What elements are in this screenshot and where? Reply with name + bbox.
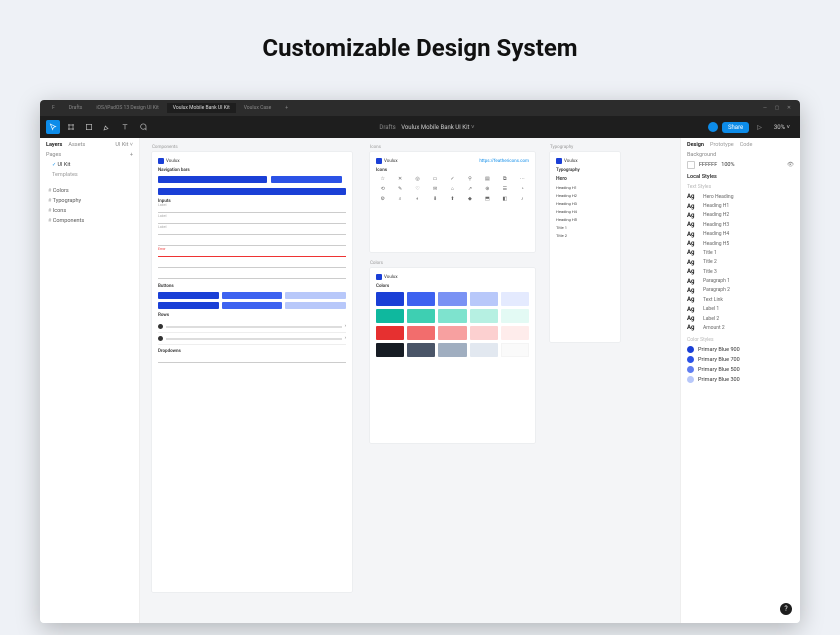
color-style-item[interactable]: Primary Blue 300	[687, 375, 794, 385]
new-tab[interactable]: +	[279, 103, 294, 113]
text-style-item[interactable]: AgTitle 3	[687, 267, 794, 276]
share-button[interactable]: Share	[722, 122, 749, 133]
brand-logo-icon	[556, 158, 562, 164]
text-styles-heading: Text Styles	[687, 184, 794, 190]
color-style-item[interactable]: Primary Blue 900	[687, 345, 794, 355]
page-templates[interactable]: Templates	[46, 170, 133, 180]
tab-voulux-kit[interactable]: Voulux Mobile Bank UI Kit	[167, 103, 236, 113]
colors-heading: Colors	[376, 284, 529, 289]
icon-grid: ☆✕◎▭✓⚲▤⧉⋯ ⟲✎♡✉⌂↗⊕☰◔ ⚙⌕◐⬇⬆◆⬒◧♪	[376, 176, 529, 202]
assets-tab[interactable]: Assets	[68, 142, 85, 148]
frame-icons[interactable]: Icons Vouluxhttps://feathericons.com Ico…	[370, 152, 535, 252]
workspace: Layers Assets UI Kit ˅ Pages + UI Kit Te…	[40, 138, 800, 623]
brand-logo-icon	[376, 158, 382, 164]
layer-icons[interactable]: Icons	[46, 206, 133, 216]
page-heading: Customizable Design System	[0, 0, 840, 80]
page-ui-kit[interactable]: UI Kit	[46, 160, 133, 170]
text-style-item[interactable]: AgHeading H3	[687, 220, 794, 229]
tab-voulux-case[interactable]: Voulux Case	[238, 103, 278, 113]
frame-tool[interactable]	[64, 120, 78, 134]
section-rows: Rows	[158, 313, 346, 318]
text-style-item[interactable]: AgTitle 2	[687, 258, 794, 267]
design-tab[interactable]: Design	[687, 142, 704, 148]
frame-label: Icons	[370, 145, 381, 150]
layers-tab[interactable]: Layers	[46, 142, 62, 148]
user-avatar[interactable]	[708, 122, 718, 132]
text-style-item[interactable]: AgAmount 2	[687, 323, 794, 332]
brand-logo-icon	[376, 274, 382, 280]
page-scope[interactable]: UI Kit ˅	[115, 142, 133, 148]
frame-label: Components	[152, 145, 178, 150]
color-style-item[interactable]: Primary Blue 700	[687, 355, 794, 365]
text-style-item[interactable]: AgText Link	[687, 295, 794, 304]
comment-tool[interactable]	[136, 120, 150, 134]
text-style-item[interactable]: AgHeading H2	[687, 211, 794, 220]
tab-drafts[interactable]: Drafts	[63, 103, 89, 113]
text-style-item[interactable]: AgHeading H4	[687, 230, 794, 239]
inspector-panel: Design Prototype Code Background FFFFFF …	[680, 138, 800, 623]
design-canvas[interactable]: Components Voulux Navigation bars Inputs…	[140, 138, 680, 623]
text-style-item[interactable]: AgParagraph 1	[687, 276, 794, 285]
text-style-item[interactable]: AgParagraph 2	[687, 286, 794, 295]
add-page[interactable]: +	[130, 152, 133, 158]
section-inputs: Inputs	[158, 199, 346, 204]
pen-tool[interactable]	[100, 120, 114, 134]
text-style-item[interactable]: AgHeading H1	[687, 201, 794, 210]
layer-typography[interactable]: Typography	[46, 196, 133, 206]
pages-heading: Pages	[46, 152, 61, 158]
frame-components[interactable]: Components Voulux Navigation bars Inputs…	[152, 152, 352, 592]
background-opacity[interactable]: 100%	[721, 162, 734, 168]
background-hex[interactable]: FFFFFF	[699, 162, 717, 168]
frame-label: Typography	[550, 145, 573, 150]
text-style-item[interactable]: AgHero Heading	[687, 192, 794, 201]
move-tool[interactable]	[46, 120, 60, 134]
tab-ios[interactable]: iOS/iPadOS 13 Design UI Kit	[90, 103, 164, 113]
background-label: Background	[687, 152, 794, 158]
typography-heading: Typography	[556, 168, 614, 173]
code-tab[interactable]: Code	[740, 142, 753, 148]
present-button[interactable]: ▷	[753, 124, 766, 131]
app-window: F Drafts iOS/iPadOS 13 Design UI Kit Vou…	[40, 100, 800, 623]
window-maximize[interactable]: ▢	[772, 105, 782, 111]
window-minimize[interactable]: —	[760, 105, 770, 111]
section-dropdowns: Dropdowns	[158, 349, 346, 354]
text-tool[interactable]	[118, 120, 132, 134]
brand-logo-icon	[158, 158, 164, 164]
background-swatch[interactable]	[687, 161, 695, 169]
local-styles-heading: Local Styles	[687, 174, 794, 180]
figma-menu[interactable]: F	[46, 103, 61, 113]
main-toolbar: Drafts Voulux Mobile Bank UI Kit ˅ Share…	[40, 116, 800, 138]
text-style-item[interactable]: AgLabel 2	[687, 314, 794, 323]
text-style-item[interactable]: AgLabel 1	[687, 305, 794, 314]
window-close[interactable]: ✕	[784, 105, 794, 111]
color-style-item[interactable]: Primary Blue 500	[687, 365, 794, 375]
text-style-item[interactable]: AgHeading H5	[687, 239, 794, 248]
shape-tool[interactable]	[82, 120, 96, 134]
frame-typography[interactable]: Typography Voulux Typography Hero Headin…	[550, 152, 620, 342]
help-button[interactable]: ?	[780, 603, 792, 615]
section-buttons: Buttons	[158, 284, 346, 289]
icons-heading: Icons	[376, 168, 529, 173]
window-titlebar: F Drafts iOS/iPadOS 13 Design UI Kit Vou…	[40, 100, 800, 116]
color-swatches	[376, 292, 529, 357]
text-style-item[interactable]: AgTitle 1	[687, 248, 794, 257]
color-styles-heading: Color Styles	[687, 337, 794, 343]
zoom-control[interactable]: 30% ˅	[770, 124, 794, 131]
layers-panel: Layers Assets UI Kit ˅ Pages + UI Kit Te…	[40, 138, 140, 623]
section-nav: Navigation bars	[158, 168, 346, 173]
file-title[interactable]: Drafts Voulux Mobile Bank UI Kit ˅	[154, 124, 704, 131]
frame-colors[interactable]: Colors Voulux Colors	[370, 268, 535, 443]
layer-colors[interactable]: Colors	[46, 186, 133, 196]
frame-label: Colors	[370, 261, 383, 266]
layer-components[interactable]: Components	[46, 216, 133, 226]
visibility-icon[interactable]: 👁	[787, 162, 794, 168]
prototype-tab[interactable]: Prototype	[710, 142, 734, 148]
